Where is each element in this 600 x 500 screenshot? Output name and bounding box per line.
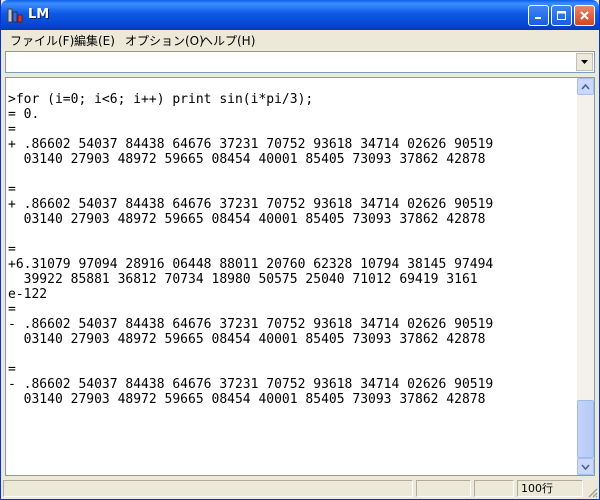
chevron-down-icon [581,60,588,64]
output-line: 39922 85881 36812 70734 18980 50575 2504… [8,272,478,287]
output-line: = 0. [8,107,40,122]
close-icon [580,11,589,20]
menu-edit[interactable]: 編集(E) [74,32,115,49]
minimize-icon [535,17,541,19]
output-line: +6.31079 97094 28916 06448 88011 20760 6… [8,257,494,272]
output-line: 03140 27903 48972 59665 08454 40001 8540… [8,332,486,347]
status-pane-2 [416,480,471,497]
status-line-count: 100行 [517,480,583,497]
command-combobox[interactable] [5,51,595,73]
output-line: >for (i=0; i<6; i++) print sin(i*pi/3); [8,92,314,107]
output-line: = [8,362,16,377]
output-line: = [8,182,16,197]
menu-file[interactable]: ファイル(F) [10,32,74,49]
arrow-up-icon [581,83,590,90]
minimize-button[interactable] [528,5,549,26]
menu-bar: ファイル(F) 編集(E) オプション(O) ヘルプ(H) [1,30,599,50]
output-line: 03140 27903 48972 59665 08454 40001 8540… [8,212,486,227]
scroll-thumb[interactable] [577,400,594,458]
output-line: 03140 27903 48972 59665 08454 40001 8540… [8,392,486,407]
output-line: + .86602 54037 84438 64676 37231 70752 9… [8,197,494,212]
output-line: = [8,302,16,317]
maximize-icon [557,11,566,20]
arrow-down-icon [581,463,590,470]
output-line: e-122 [8,287,48,302]
output-line: + .86602 54037 84438 64676 37231 70752 9… [8,137,494,152]
output-text-area[interactable]: >for (i=0; i<6; i++) print sin(i*pi/3); =… [6,92,576,475]
vertical-scrollbar[interactable] [577,78,594,475]
command-dropdown-button[interactable] [576,53,593,71]
scroll-down-button[interactable] [577,458,594,475]
status-pane-3 [474,480,514,497]
output-line: - .86602 54037 84438 64676 37231 70752 9… [8,317,494,332]
app-window: LM ファイル(F) 編集(E) オプション(O) ヘルプ(H) >for (i… [0,0,600,500]
output-editor[interactable]: >for (i=0; i<6; i++) print sin(i*pi/3); =… [5,77,595,476]
window-title: LM [28,7,50,22]
resize-grip-icon[interactable] [586,486,598,498]
menu-help[interactable]: ヘルプ(H) [201,32,255,49]
output-line: 03140 27903 48972 59665 08454 40001 8540… [8,152,486,167]
status-bar: 100行 [1,478,599,499]
maximize-button[interactable] [551,5,572,26]
title-bar[interactable]: LM [1,0,599,30]
status-pane-main [3,480,413,497]
output-line: - .86602 54037 84438 64676 37231 70752 9… [8,377,494,392]
lm-app-icon[interactable] [7,7,24,24]
output-line: = [8,242,16,257]
close-button[interactable] [574,5,595,26]
menu-options[interactable]: オプション(O) [125,32,204,49]
scroll-up-button[interactable] [577,78,594,95]
output-line: = [8,122,16,137]
command-input[interactable] [8,54,574,70]
